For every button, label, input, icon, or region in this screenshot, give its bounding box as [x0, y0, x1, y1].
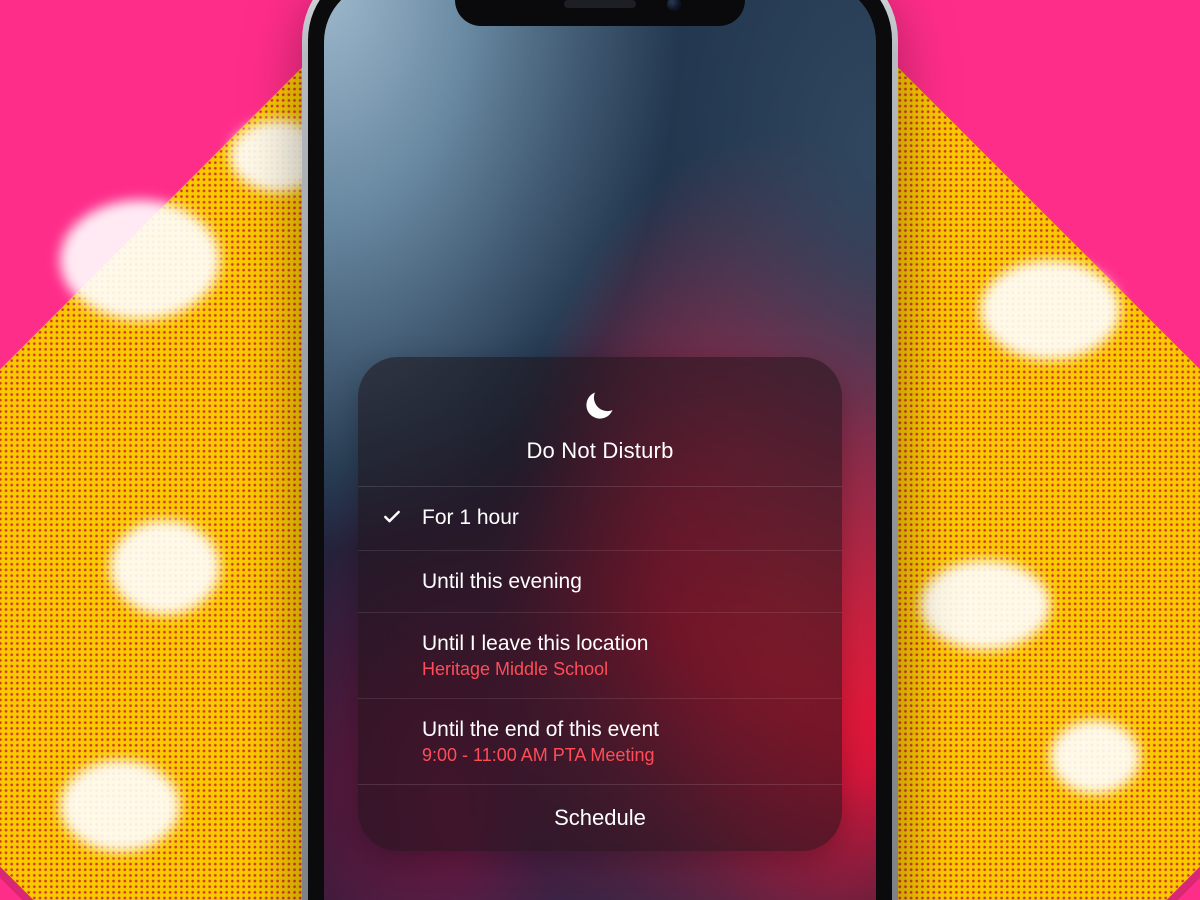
- dnd-panel-header: Do Not Disturb: [358, 357, 842, 487]
- dnd-option-sublabel: Heritage Middle School: [422, 659, 818, 680]
- phone-screen: Do Not Disturb For 1 hour Until this eve…: [324, 0, 876, 900]
- dnd-schedule-label: Schedule: [554, 805, 646, 830]
- dnd-panel: Do Not Disturb For 1 hour Until this eve…: [358, 357, 842, 851]
- dnd-option-label: For 1 hour: [422, 505, 818, 530]
- dnd-schedule-button[interactable]: Schedule: [358, 785, 842, 851]
- dnd-option-label: Until this evening: [422, 569, 818, 594]
- dnd-option-label: Until the end of this event: [422, 717, 818, 742]
- speaker-grille: [564, 0, 636, 8]
- dnd-option-event[interactable]: Until the end of this event 9:00 - 11:00…: [358, 699, 842, 785]
- dnd-option-evening[interactable]: Until this evening: [358, 551, 842, 613]
- dnd-option-label: Until I leave this location: [422, 631, 818, 656]
- dnd-option-sublabel: 9:00 - 11:00 AM PTA Meeting: [422, 745, 818, 766]
- phone-notch: [455, 0, 745, 26]
- phone-frame: Do Not Disturb For 1 hour Until this eve…: [302, 0, 898, 900]
- moon-icon: [582, 387, 618, 428]
- front-camera: [667, 0, 681, 11]
- dnd-option-location[interactable]: Until I leave this location Heritage Mid…: [358, 613, 842, 699]
- dnd-option-1hour[interactable]: For 1 hour: [358, 487, 842, 551]
- check-icon: [382, 514, 402, 531]
- dnd-title: Do Not Disturb: [378, 438, 822, 464]
